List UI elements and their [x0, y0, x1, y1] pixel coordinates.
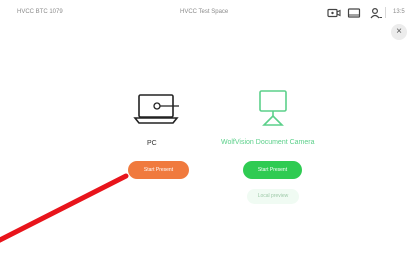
close-icon: × [396, 26, 402, 37]
camera-local-preview-button[interactable]: Local preview [247, 189, 299, 204]
divider [385, 7, 386, 18]
close-button[interactable]: × [391, 24, 407, 40]
video-camera-icon[interactable] [327, 6, 341, 20]
room-name: HVCC BTC 1079 [17, 9, 63, 15]
clock-time: 13:5 [393, 9, 405, 15]
top-bar: HVCC BTC 1079 HVCC Test Space 13:5 [0, 0, 407, 26]
person-icon[interactable] [369, 6, 383, 20]
pc-label: PC [147, 140, 157, 147]
space-name: HVCC Test Space [180, 9, 229, 15]
share-source-panel [12, 40, 407, 257]
document-camera-label: WolfVision Document Camera [221, 139, 315, 146]
pc-start-present-button[interactable]: Start Present [128, 161, 189, 179]
laptop-icon[interactable] [132, 92, 182, 135]
camera-start-present-button[interactable]: Start Present [243, 161, 302, 179]
screen-share-icon[interactable] [347, 6, 361, 20]
document-camera-icon[interactable] [253, 88, 293, 135]
